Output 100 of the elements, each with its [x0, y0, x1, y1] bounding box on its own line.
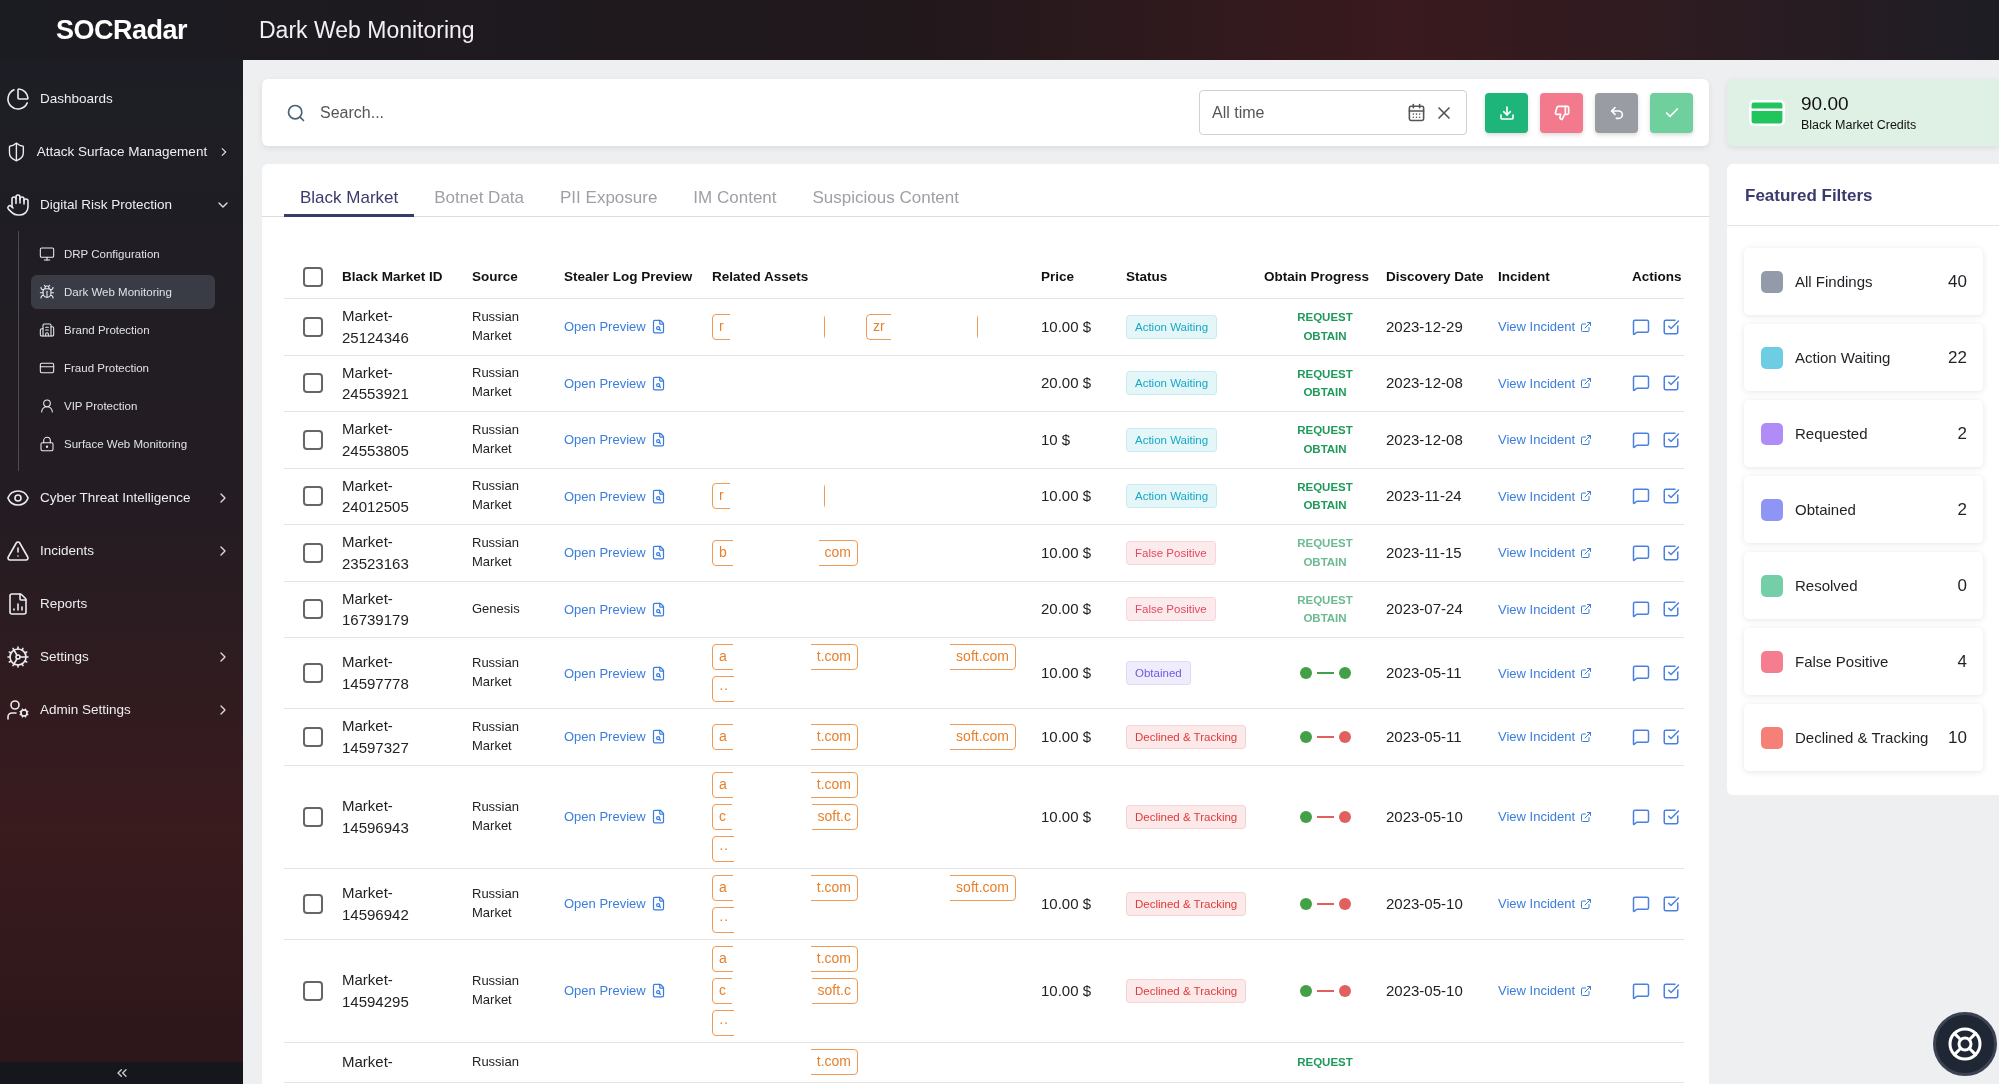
view-incident-link[interactable]: View Incident	[1498, 375, 1632, 391]
view-incident-link[interactable]: View Incident	[1498, 432, 1632, 448]
nav-subitem[interactable]: Brand Protection	[31, 313, 215, 347]
nav-subitem[interactable]: Fraud Protection	[31, 351, 215, 385]
view-incident-link[interactable]: View Incident	[1498, 809, 1632, 824]
tab[interactable]: Botnet Data	[418, 181, 541, 217]
comment-button[interactable]	[1632, 374, 1650, 393]
view-incident-link[interactable]: View Incident	[1498, 601, 1632, 617]
comment-button[interactable]	[1632, 894, 1650, 913]
status-badge: Declined & Tracking	[1126, 804, 1247, 829]
row-checkbox[interactable]	[303, 726, 323, 747]
request-obtain-label: REQUEST OBTAIN	[1297, 366, 1353, 401]
open-preview-link[interactable]: Open Preview	[564, 375, 712, 391]
market-id: Market- 23523163	[342, 532, 410, 574]
nav-item[interactable]: Reports	[0, 577, 243, 630]
open-preview-link[interactable]: Open Preview	[564, 488, 712, 504]
checklist-button[interactable]	[1662, 981, 1680, 1000]
date-filter[interactable]: All time	[1199, 90, 1467, 135]
open-preview-link[interactable]: Open Preview	[564, 432, 712, 448]
filter-item[interactable]: Requested 2	[1744, 400, 1983, 467]
market-id: Market- 14597327	[342, 716, 410, 758]
row-checkbox[interactable]	[303, 893, 323, 914]
status-badge: Obtained	[1126, 661, 1191, 685]
nav-item[interactable]: Cyber Threat Intelligence	[0, 471, 243, 524]
checklist-button[interactable]	[1662, 727, 1680, 746]
open-preview-link[interactable]: Open Preview	[564, 809, 712, 824]
checklist-button[interactable]	[1662, 894, 1680, 913]
nav-item[interactable]: Incidents	[0, 524, 243, 577]
filter-item[interactable]: Obtained 2	[1744, 476, 1983, 543]
open-preview-link[interactable]: Open Preview	[564, 896, 712, 911]
comment-button[interactable]	[1632, 600, 1650, 619]
nav-subitem[interactable]: DRP Configuration	[31, 237, 215, 271]
row-checkbox[interactable]	[303, 486, 323, 507]
checklist-button[interactable]	[1662, 430, 1680, 449]
source-cell-text: Russian Market	[472, 971, 520, 1009]
comment-button[interactable]	[1632, 807, 1650, 826]
nav-subitem[interactable]: Surface Web Monitoring	[31, 427, 215, 461]
comment-button[interactable]	[1632, 664, 1650, 682]
comment-button[interactable]	[1632, 543, 1650, 562]
nav-item[interactable]: Settings	[0, 630, 243, 683]
view-incident-link[interactable]: View Incident	[1498, 896, 1632, 911]
nav-item[interactable]: Attack Surface Management	[0, 125, 243, 178]
comment-button[interactable]	[1632, 317, 1650, 336]
checklist-button[interactable]	[1662, 600, 1680, 619]
row-checkbox[interactable]	[303, 542, 323, 563]
checklist-button[interactable]	[1662, 807, 1680, 826]
download-icon	[1498, 104, 1515, 121]
row-checkbox[interactable]	[303, 373, 323, 394]
nav-item[interactable]: Dashboards	[0, 72, 243, 125]
checklist-button[interactable]	[1662, 374, 1680, 393]
comment-button[interactable]	[1632, 430, 1650, 449]
file-search-icon	[650, 545, 666, 561]
row-checkbox[interactable]	[303, 980, 323, 1001]
filter-item[interactable]: All Findings 40	[1744, 248, 1983, 315]
select-all-checkbox[interactable]	[303, 266, 323, 287]
filter-item[interactable]: Resolved 0	[1744, 552, 1983, 619]
checklist-button[interactable]	[1662, 664, 1680, 682]
nav-subitem[interactable]: VIP Protection	[31, 389, 215, 423]
open-preview-link[interactable]: Open Preview	[564, 319, 712, 335]
tab[interactable]: PII Exposure	[544, 181, 674, 217]
checklist-button[interactable]	[1662, 317, 1680, 336]
open-preview-link[interactable]: Open Preview	[564, 665, 712, 681]
row-checkbox[interactable]	[303, 316, 323, 337]
view-incident-link[interactable]: View Incident	[1498, 665, 1632, 681]
view-incident-link[interactable]: View Incident	[1498, 488, 1632, 504]
comment-button[interactable]	[1632, 487, 1650, 506]
row-checkbox[interactable]	[303, 806, 323, 827]
undo-button[interactable]	[1595, 92, 1638, 133]
filter-item[interactable]: False Positive 4	[1744, 628, 1983, 695]
dislike-button[interactable]	[1540, 92, 1583, 133]
row-checkbox[interactable]	[303, 429, 323, 450]
filter-item[interactable]: Declined & Tracking 10	[1744, 704, 1983, 771]
nav-item[interactable]: Digital Risk Protection	[0, 178, 243, 231]
comment-button[interactable]	[1632, 981, 1650, 1000]
open-preview-link[interactable]: Open Preview	[564, 983, 712, 998]
open-preview-link[interactable]: Open Preview	[564, 601, 712, 617]
tab[interactable]: Suspicious Content	[796, 181, 975, 217]
view-incident-link[interactable]: View Incident	[1498, 319, 1632, 335]
file-search-icon	[650, 665, 666, 681]
download-button[interactable]	[1485, 92, 1528, 133]
nav-item[interactable]: Admin Settings	[0, 683, 243, 736]
comment-button[interactable]	[1632, 727, 1650, 746]
checklist-button[interactable]	[1662, 543, 1680, 562]
view-incident-link[interactable]: View Incident	[1498, 983, 1632, 998]
open-preview-link[interactable]: Open Preview	[564, 729, 712, 745]
market-id: Market- 14594295	[342, 969, 410, 1012]
tab[interactable]: Black Market	[284, 181, 415, 217]
request-obtain-label: REQUEST OBTAIN	[1297, 536, 1353, 570]
row-checkbox[interactable]	[303, 663, 323, 683]
nav-subitem[interactable]: Dark Web Monitoring	[31, 275, 215, 309]
check-button[interactable]	[1650, 92, 1693, 133]
filter-item[interactable]: Action Waiting 22	[1744, 324, 1983, 391]
checklist-button[interactable]	[1662, 487, 1680, 506]
view-incident-link[interactable]: View Incident	[1498, 545, 1632, 561]
open-preview-link[interactable]: Open Preview	[564, 545, 712, 561]
tab[interactable]: IM Content	[677, 181, 793, 217]
source-cell-text: Genesis	[472, 599, 521, 618]
view-incident-link[interactable]: View Incident	[1498, 729, 1632, 745]
row-checkbox[interactable]	[303, 599, 323, 620]
date-cell-text: 2023-05-10	[1386, 980, 1464, 1001]
